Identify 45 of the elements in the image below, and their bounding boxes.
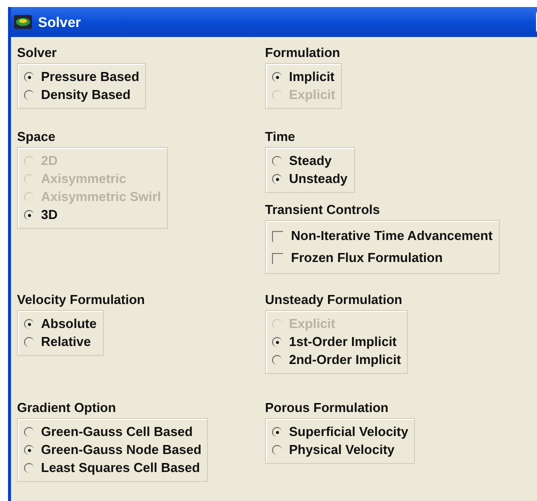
checkbox[interactable] xyxy=(272,252,283,264)
radio-option[interactable]: Superficial Velocity xyxy=(272,423,408,441)
radio-option[interactable]: Pressure Based xyxy=(24,68,140,86)
radio-button[interactable] xyxy=(24,427,34,437)
radio-button[interactable] xyxy=(272,355,282,365)
group-title: Solver xyxy=(17,44,58,62)
radio-button[interactable] xyxy=(272,156,282,166)
radio-button[interactable] xyxy=(272,427,282,437)
radio-button[interactable] xyxy=(272,445,282,455)
radio-option[interactable]: Green-Gauss Cell Based xyxy=(24,423,202,441)
radio-option[interactable]: Green-Gauss Node Based xyxy=(24,441,202,459)
group-title: Unsteady Formulation xyxy=(265,291,404,309)
radio-button[interactable] xyxy=(272,174,282,184)
radio-button[interactable] xyxy=(24,337,34,347)
radio-button[interactable] xyxy=(24,445,34,455)
window-title: Solver xyxy=(38,12,81,32)
radio-option[interactable]: Density Based xyxy=(24,86,140,104)
radio-button[interactable] xyxy=(24,72,34,82)
group-title: Time xyxy=(265,128,296,146)
radio-option[interactable]: Unsteady xyxy=(272,170,348,188)
radio-option[interactable]: Steady xyxy=(272,152,348,170)
radio-button[interactable] xyxy=(24,463,34,473)
group-title: Velocity Formulation xyxy=(17,291,146,309)
checkbox-option[interactable]: Frozen Flux Formulation xyxy=(272,247,493,269)
radio-option[interactable]: 2nd-Order Implicit xyxy=(272,351,401,369)
radio-option[interactable]: 1st-Order Implicit xyxy=(272,333,401,351)
group-title: Transient Controls xyxy=(265,201,381,219)
radio-button[interactable] xyxy=(24,90,34,100)
group-title: Formulation xyxy=(265,44,342,62)
group-title: Space xyxy=(17,128,56,146)
radio-option[interactable]: Implicit xyxy=(272,68,336,86)
radio-option[interactable]: Absolute xyxy=(24,315,97,333)
checkbox[interactable] xyxy=(272,230,283,242)
group-title: Gradient Option xyxy=(17,399,117,417)
checkbox-option[interactable]: Non-Iterative Time Advancement xyxy=(272,225,493,247)
radio-button[interactable] xyxy=(24,319,34,329)
radio-option[interactable]: 3D xyxy=(24,206,161,224)
radio-button[interactable] xyxy=(24,210,34,220)
app-icon xyxy=(14,15,32,29)
radio-button[interactable] xyxy=(272,72,282,82)
radio-option[interactable]: Least Squares Cell Based xyxy=(24,459,202,477)
radio-option[interactable]: Physical Velocity xyxy=(272,441,408,459)
radio-button[interactable] xyxy=(272,337,282,347)
group-title: Porous Formulation xyxy=(265,399,390,417)
radio-option[interactable]: Relative xyxy=(24,333,97,351)
